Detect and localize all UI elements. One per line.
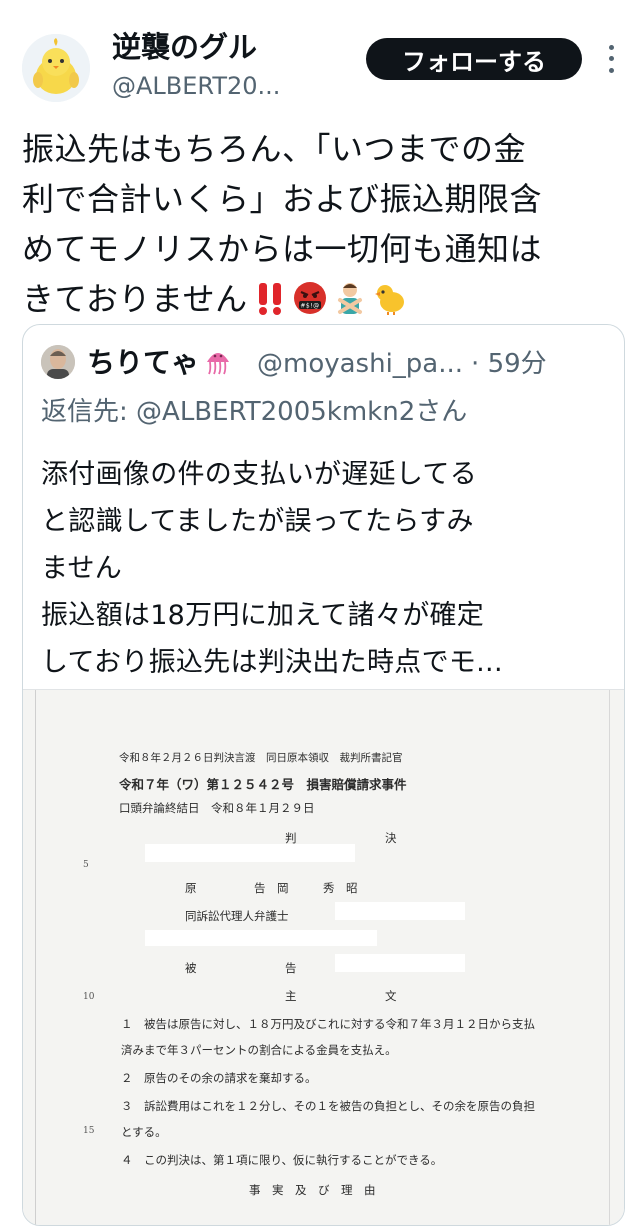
doc-item-2: ２ 原告のその余の請求を棄却する。 — [121, 1071, 317, 1085]
tweet-line-text: きておりません — [22, 280, 248, 318]
doc-main-char: 文 — [385, 989, 397, 1003]
profile-photo-icon — [41, 345, 75, 379]
quoted-author-name-text: ちりてゃ — [87, 346, 200, 379]
baby-chick-icon — [374, 285, 404, 315]
doc-item-1b: 済みまで年３パーセントの割合による金員を支払え。 — [121, 1043, 397, 1057]
attached-document-image[interactable]: 令和８年２月２６日判決言渡 同日原本領収 裁判所書記官 令和７年（ワ）第１２５４… — [23, 689, 624, 1225]
doc-plaintiff-line: 原 告 岡 秀 昭 — [185, 881, 358, 895]
reply-to-line: 返信先: @ALBERT2005kmkn2さん — [41, 391, 467, 428]
tweet-line: めてモノリスからは一切何も通知は — [22, 230, 543, 268]
doc-item-3b: とする。 — [121, 1125, 167, 1139]
cursing-face-icon: #$!@ — [293, 282, 326, 314]
quoted-line: と認識してましたが誤ってたらすみ — [41, 506, 474, 537]
tweet-line: きておりません #$!@ — [22, 274, 632, 324]
reply-prefix: 返信先: — [41, 397, 137, 427]
doc-case-line: 令和７年（ワ）第１２５４２号 損害賠償請求事件 — [119, 777, 407, 792]
doc-hearing-line: 口頭弁論終結日 令和８年１月２９日 — [119, 801, 315, 815]
doc-judgment-char: 決 — [385, 831, 397, 845]
jellyfish-icon — [207, 353, 230, 375]
tweet-line: 利で合計いくら」および振込期限含 — [22, 180, 543, 218]
svg-text:#$!@: #$!@ — [300, 303, 319, 310]
quoted-author-name[interactable]: ちりてゃ — [87, 341, 233, 381]
quoted-line: 振込額は18万円に加えて諸々が確定 — [41, 600, 485, 631]
quoted-line: しており振込先は判決出た時点でモ... — [41, 647, 503, 678]
doc-footer: 事 実 及 び 理 由 — [249, 1183, 376, 1197]
redaction-box — [335, 954, 465, 972]
double-exclamation-icon — [258, 283, 281, 315]
reply-mention-link[interactable]: @ALBERT2005kmkn2さん — [136, 397, 467, 427]
doc-line-number: 5 — [83, 860, 89, 870]
quoted-tweet-time: · 59分 — [471, 349, 547, 379]
doc-item-4: ４ この判決は、第１項に限り、仮に執行することができる。 — [121, 1153, 443, 1167]
quoted-tweet-text: 添付画像の件の支払いが遅延してる と認識してましたが誤ってたらすみ ません 振込… — [41, 451, 611, 686]
redaction-box — [145, 844, 355, 862]
doc-defendant-char: 告 — [285, 961, 297, 975]
more-vertical-icon[interactable] — [596, 42, 626, 76]
author-display-name[interactable]: 逆襲のグル — [112, 24, 257, 66]
author-avatar[interactable] — [22, 34, 90, 102]
doc-main-char: 主 — [285, 989, 297, 1003]
quoted-line: 添付画像の件の支払いが遅延してる — [41, 459, 477, 490]
doc-line-number: 10 — [83, 992, 95, 1002]
doc-line-number: 15 — [83, 1126, 95, 1136]
doc-attorney-label: 同訴訟代理人弁護士 — [185, 909, 289, 923]
doc-item-3a: ３ 訴訟費用はこれを１２分し、その１を被告の負担とし、その余を原告の負担 — [121, 1099, 535, 1113]
quoted-author-handle-and-time[interactable]: @moyashi_pa... · 59分 — [257, 343, 547, 380]
person-gesturing-no-icon — [337, 283, 362, 314]
doc-header-line: 令和８年２月２６日判決言渡 同日原本領収 裁判所書記官 — [119, 752, 403, 764]
doc-defendant-char: 被 — [185, 961, 197, 975]
follow-button[interactable]: フォローする — [366, 38, 582, 80]
tweet-text: 振込先はもちろん、「いつまでの金 利で合計いくら」および振込期限含 めてモノリス… — [22, 124, 632, 324]
author-handle[interactable]: @ALBERT20... — [112, 72, 280, 100]
tweet-line: 振込先はもちろん、「いつまでの金 — [22, 130, 527, 168]
quoted-author-handle: @moyashi_pa... — [257, 349, 464, 379]
yellow-chick-avatar-icon — [22, 34, 90, 102]
quoted-tweet-card[interactable]: ちりてゃ @moyashi_pa... · 59分 返信先: @ALBERT200… — [22, 324, 625, 1226]
redaction-box — [145, 930, 377, 946]
redaction-box — [335, 902, 465, 920]
quoted-author-avatar[interactable] — [41, 345, 75, 379]
doc-item-1a: １ 被告は原告に対し、１８万円及びこれに対する令和７年３月１２日から支払 — [121, 1017, 535, 1031]
quoted-line: ません — [41, 553, 123, 584]
